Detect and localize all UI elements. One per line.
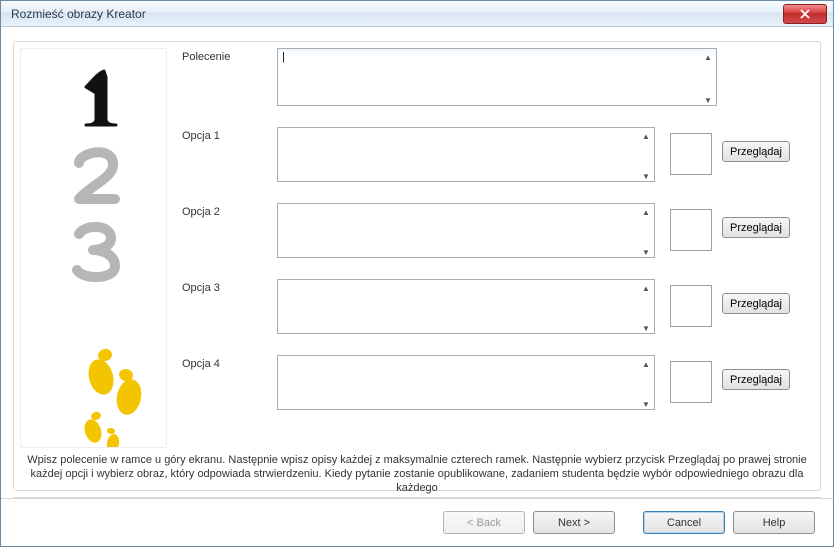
input-option4[interactable] [277,355,655,410]
wizard-side-image [20,48,167,448]
option1-spin-down[interactable]: ▼ [639,169,653,183]
close-button[interactable] [783,4,827,24]
thumb-option4 [670,361,712,403]
label-prompt: Polecenie [182,48,277,63]
thumb-option1 [670,133,712,175]
label-option3: Opcja 3 [182,279,277,294]
help-button[interactable]: Help [733,511,815,534]
prompt-spin-up[interactable]: ▲ [701,50,715,64]
browse-option4[interactable]: Przeglądaj [722,369,790,390]
option4-spin-down[interactable]: ▼ [639,397,653,411]
content-panel: Polecenie ▲ ▼ Opcja 1 [13,41,821,491]
back-button[interactable]: < Back [443,511,525,534]
row-option1: Opcja 1 ▲ ▼ Przeglądaj [182,127,814,185]
row-option4: Opcja 4 ▲ ▼ Przeglądaj [182,355,814,413]
cancel-button[interactable]: Cancel [643,511,725,534]
input-option2[interactable] [277,203,655,258]
close-icon [799,9,811,19]
option4-spin-up[interactable]: ▲ [639,357,653,371]
input-prompt[interactable] [277,48,717,106]
form-area: Polecenie ▲ ▼ Opcja 1 [167,48,814,448]
input-option3[interactable] [277,279,655,334]
browse-option1[interactable]: Przeglądaj [722,141,790,162]
next-button[interactable]: Next > [533,511,615,534]
instructions-text: Wpisz polecenie w ramce u góry ekranu. N… [20,454,814,495]
browse-option2[interactable]: Przeglądaj [722,217,790,238]
label-option1: Opcja 1 [182,127,277,142]
wizard-window: Rozmieść obrazy Kreator [0,0,834,547]
titlebar[interactable]: Rozmieść obrazy Kreator [1,1,833,27]
row-prompt: Polecenie ▲ ▼ [182,48,814,109]
browse-option3[interactable]: Przeglądaj [722,293,790,314]
label-option4: Opcja 4 [182,355,277,370]
row-option3: Opcja 3 ▲ ▼ Przeglądaj [182,279,814,337]
option3-spin-up[interactable]: ▲ [639,281,653,295]
prompt-spin-down[interactable]: ▼ [701,93,715,107]
option1-spin-up[interactable]: ▲ [639,129,653,143]
input-option1[interactable] [277,127,655,182]
window-title: Rozmieść obrazy Kreator [11,7,783,21]
option2-spin-down[interactable]: ▼ [639,245,653,259]
option2-spin-up[interactable]: ▲ [639,205,653,219]
label-option2: Opcja 2 [182,203,277,218]
body-area: Polecenie ▲ ▼ Opcja 1 [20,48,814,448]
row-option2: Opcja 2 ▲ ▼ Przeglądaj [182,203,814,261]
wizard-footer: < Back Next > Cancel Help [1,498,833,546]
thumb-option2 [670,209,712,251]
option3-spin-down[interactable]: ▼ [639,321,653,335]
thumb-option3 [670,285,712,327]
